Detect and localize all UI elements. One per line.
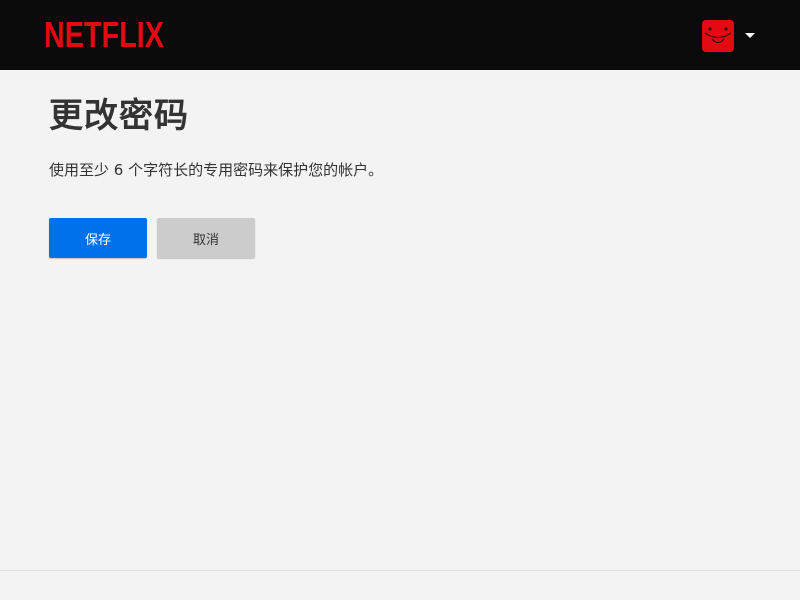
top-navigation-bar: NETFLIX — [0, 0, 800, 70]
smiley-profile-icon — [702, 20, 734, 52]
page-description: 使用至少 6 个字符长的专用密码来保护您的帐户。 — [49, 161, 384, 179]
save-button[interactable]: 保存 — [49, 218, 147, 258]
profile-menu-button[interactable] — [702, 20, 762, 52]
change-password-panel: 更改密码 使用至少 6 个字符长的专用密码来保护您的帐户。 — [49, 92, 749, 180]
cancel-button[interactable]: 取消 — [157, 218, 255, 258]
logo-text: NETFLIX — [44, 16, 164, 52]
netflix-logo[interactable]: NETFLIX — [44, 16, 166, 52]
page-title: 更改密码 — [49, 96, 189, 136]
footer — [0, 571, 800, 600]
caret-down-icon — [745, 33, 755, 38]
